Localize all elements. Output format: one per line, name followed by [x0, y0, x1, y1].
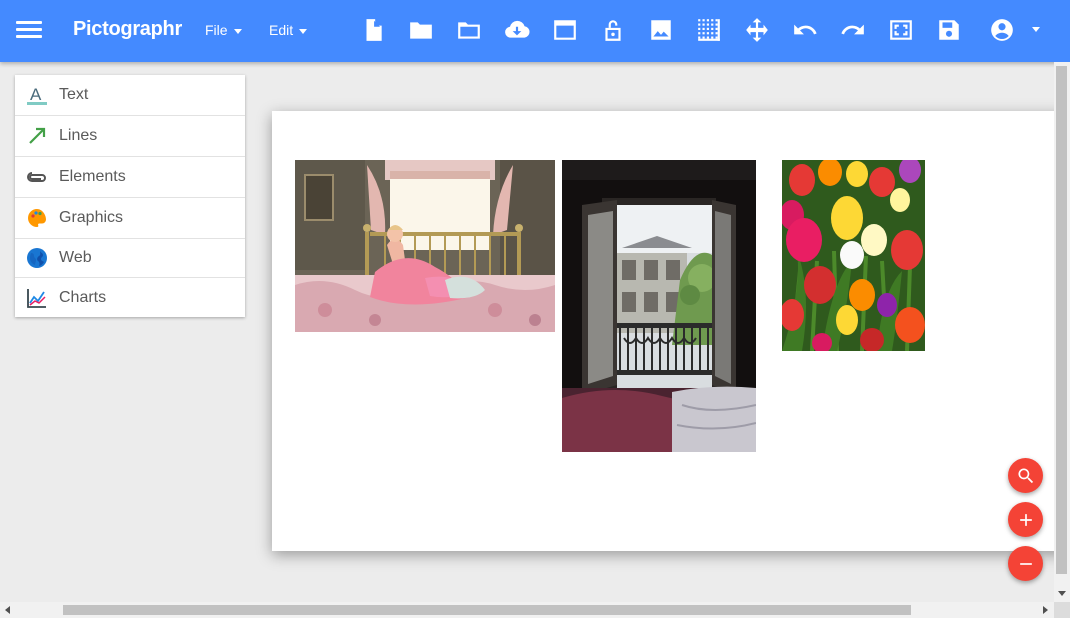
edit-menu[interactable]: Edit [269, 22, 308, 38]
panel-item-web[interactable]: Web [15, 239, 245, 278]
scroll-down-arrow-icon[interactable] [1058, 591, 1066, 596]
vertical-scroll-thumb[interactable] [1056, 66, 1067, 574]
panel-item-label: Lines [59, 127, 98, 144]
horizontal-scroll-thumb[interactable] [63, 605, 911, 615]
hamburger-menu-icon[interactable] [16, 19, 42, 41]
paris-window-photo[interactable] [562, 160, 756, 452]
open-folder-icon[interactable] [404, 13, 438, 47]
paperclip-icon [26, 166, 48, 188]
horizontal-scrollbar[interactable] [0, 602, 1054, 618]
file-menu-label: File [205, 22, 228, 38]
app-title: Pictographr [73, 18, 182, 40]
panel-item-label: Web [59, 249, 92, 266]
tulips-photo[interactable] [782, 160, 925, 351]
globe-icon [26, 247, 48, 269]
folder-outline-icon[interactable] [452, 13, 486, 47]
top-app-bar: Pictographr File Edit [0, 0, 1070, 62]
zoom-out-icon[interactable] [1008, 546, 1043, 581]
account-circle-icon[interactable] [985, 13, 1019, 47]
chevron-down-icon [233, 28, 242, 34]
save-icon[interactable] [932, 13, 966, 47]
new-document-icon[interactable] [356, 13, 390, 47]
file-menu[interactable]: File [205, 22, 242, 38]
chevron-down-icon [299, 28, 308, 34]
scroll-left-arrow-icon[interactable] [5, 606, 10, 614]
panel-item-charts[interactable]: Charts [15, 278, 245, 317]
panel-item-label: Charts [59, 288, 107, 306]
image-icon[interactable] [644, 13, 678, 47]
panel-item-label: Graphics [59, 209, 124, 226]
window-icon[interactable] [548, 13, 582, 47]
redo-icon[interactable] [836, 13, 870, 47]
move-arrows-icon[interactable] [740, 13, 774, 47]
grid-icon[interactable] [692, 13, 726, 47]
account-chevron-down-icon[interactable] [1032, 27, 1040, 32]
text-a-icon: A [26, 84, 48, 106]
panel-item-text[interactable]: A Text [15, 75, 245, 116]
woman-on-bed-photo[interactable] [295, 160, 555, 332]
panel-item-graphics[interactable]: Graphics [15, 198, 245, 239]
lock-open-icon[interactable] [596, 13, 630, 47]
line-chart-icon [26, 287, 48, 309]
scroll-right-arrow-icon[interactable] [1043, 606, 1048, 614]
fit-screen-icon[interactable] [884, 13, 918, 47]
zoom-in-icon[interactable] [1008, 502, 1043, 537]
vertical-scrollbar[interactable] [1054, 62, 1070, 602]
palette-icon [26, 207, 48, 229]
cloud-download-icon[interactable] [500, 13, 534, 47]
arrow-line-icon [26, 125, 48, 147]
panel-item-elements[interactable]: Elements [15, 157, 245, 198]
elements-panel: A Text Lines Elements Graphics Web Chart… [15, 75, 245, 317]
design-canvas[interactable] [272, 111, 1070, 551]
edit-menu-label: Edit [269, 22, 294, 38]
scrollbar-corner [1054, 602, 1070, 618]
undo-icon[interactable] [788, 13, 822, 47]
panel-item-lines[interactable]: Lines [15, 116, 245, 157]
svg-text:A: A [30, 85, 42, 104]
zoom-search-icon[interactable] [1008, 458, 1043, 493]
panel-item-label: Text [59, 86, 89, 103]
panel-item-label: Elements [59, 168, 126, 185]
